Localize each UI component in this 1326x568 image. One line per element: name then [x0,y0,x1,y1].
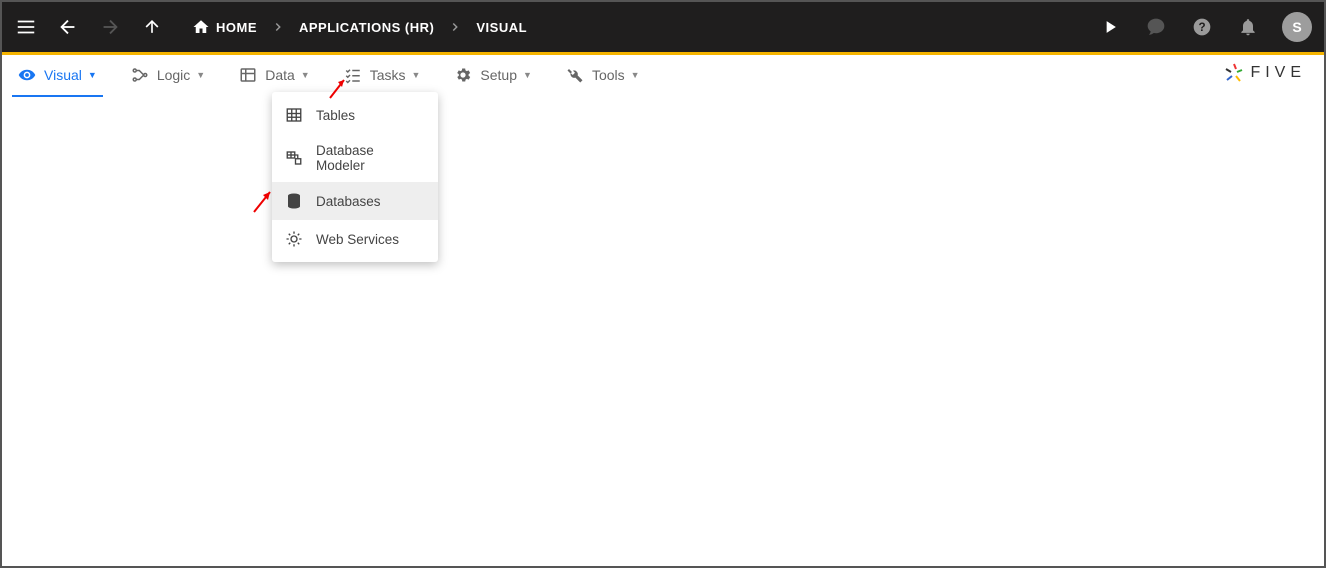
play-icon[interactable] [1098,15,1122,39]
chevron-down-icon: ▼ [523,70,532,80]
comment-icon[interactable] [1144,15,1168,39]
hamburger-icon[interactable] [14,15,38,39]
brand-text: FIVE [1250,64,1306,82]
help-icon[interactable]: ? [1190,15,1214,39]
database-icon [284,191,304,211]
forward-icon [98,15,122,39]
tab-tools-label: Tools [592,67,625,83]
breadcrumb-home[interactable]: HOME [192,18,257,36]
dropdown-webservices-label: Web Services [316,232,399,247]
dropdown-databases-label: Databases [316,194,381,209]
tools-icon [566,66,584,84]
tab-visual-label: Visual [44,67,82,83]
breadcrumb-applications[interactable]: APPLICATIONS (HR) [299,20,434,35]
tab-setup-label: Setup [480,67,517,83]
chevron-down-icon: ▼ [196,70,205,80]
brand-logo: FIVE [1222,61,1306,85]
api-icon [284,229,304,249]
topbar-left: HOME APPLICATIONS (HR) VISUAL [14,15,527,39]
chevron-down-icon: ▼ [88,70,97,80]
grid-icon [284,105,304,125]
tab-tasks[interactable]: Tasks ▼ [344,58,421,92]
bell-icon[interactable] [1236,15,1260,39]
chevron-down-icon: ▼ [301,70,310,80]
breadcrumb: HOME APPLICATIONS (HR) VISUAL [192,18,527,36]
eye-icon [18,66,36,84]
svg-text:?: ? [1198,21,1205,34]
avatar[interactable]: S [1282,12,1312,42]
avatar-initial: S [1292,19,1301,35]
data-dropdown: Tables Database Modeler Databases Web Se… [272,92,438,262]
breadcrumb-sep-2 [448,20,462,34]
dropdown-item-modeler[interactable]: Database Modeler [272,134,438,182]
tab-tasks-label: Tasks [370,67,406,83]
chevron-down-icon: ▼ [412,70,421,80]
home-icon [192,18,210,36]
tabrow: Visual ▼ Logic ▼ Data ▼ Tasks ▼ [2,55,1324,95]
up-icon[interactable] [140,15,164,39]
tab-logic-label: Logic [157,67,190,83]
dropdown-item-databases[interactable]: Databases [272,182,438,220]
breadcrumb-app-label: APPLICATIONS (HR) [299,20,434,35]
gear-icon [454,66,472,84]
table-icon [239,66,257,84]
tab-setup[interactable]: Setup ▼ [454,58,532,92]
breadcrumb-sep-1 [271,20,285,34]
dropdown-tables-label: Tables [316,108,355,123]
tab-data-label: Data [265,67,295,83]
breadcrumb-visual[interactable]: VISUAL [476,20,527,35]
topbar: HOME APPLICATIONS (HR) VISUAL [2,2,1324,52]
topbar-right: ? S [1098,12,1312,42]
breadcrumb-page-label: VISUAL [476,20,527,35]
tasks-icon [344,66,362,84]
logo-mark-icon [1222,61,1246,85]
tab-tools[interactable]: Tools ▼ [566,58,640,92]
breadcrumb-home-label: HOME [216,20,257,35]
tab-logic[interactable]: Logic ▼ [131,58,205,92]
modeler-icon [284,148,304,168]
logic-icon [131,66,149,84]
back-icon[interactable] [56,15,80,39]
chevron-down-icon: ▼ [631,70,640,80]
dropdown-item-tables[interactable]: Tables [272,96,438,134]
dropdown-item-webservices[interactable]: Web Services [272,220,438,258]
dropdown-modeler-label: Database Modeler [316,143,426,173]
tab-visual[interactable]: Visual ▼ [18,58,97,92]
tab-data[interactable]: Data ▼ [239,58,310,92]
